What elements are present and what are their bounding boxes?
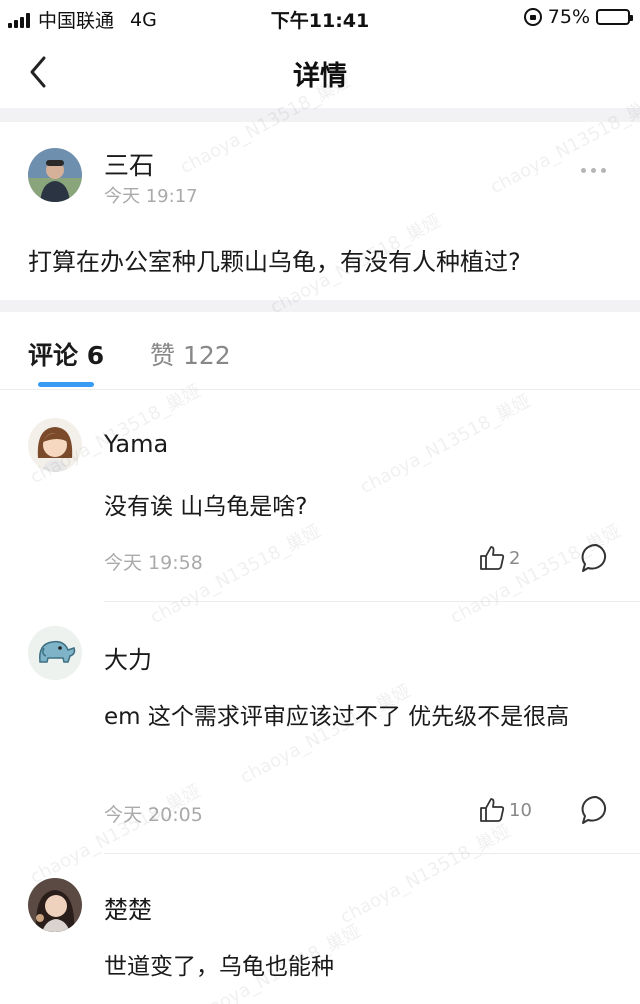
- reply-button[interactable]: [580, 794, 612, 826]
- tab-likes[interactable]: 赞 122: [150, 336, 231, 372]
- tabs: 评论 6 赞 122: [0, 312, 640, 390]
- elephant-avatar: [28, 626, 82, 680]
- commenter-avatar[interactable]: [28, 626, 82, 680]
- more-options-button[interactable]: [581, 168, 606, 173]
- comment-text: em 这个需求评审应该过不了 优先级不是很高: [104, 704, 570, 730]
- avatar-photo: [28, 148, 82, 202]
- thumbs-up-icon: [480, 798, 505, 822]
- reply-button[interactable]: [580, 542, 612, 574]
- comment-text: 没有诶 山乌龟是啥?: [104, 494, 308, 520]
- post-author-avatar[interactable]: [28, 148, 82, 202]
- like-button[interactable]: 10: [478, 796, 532, 824]
- post-content: 打算在办公室种几颗山乌龟，有没有人种植过?: [28, 248, 521, 276]
- section-divider: [0, 300, 640, 312]
- avatar-photo: [28, 878, 82, 932]
- post-author-name[interactable]: 三石: [104, 146, 154, 182]
- status-right: 75%: [523, 6, 633, 28]
- avatar-photo: [28, 418, 82, 472]
- comment-timestamp: 今天 19:58: [104, 552, 203, 574]
- rotation-lock-icon: [523, 8, 542, 26]
- comment-item: Yama 没有诶 山乌龟是啥? 今天 19:58 2: [0, 392, 640, 602]
- speech-bubble-icon: [581, 543, 607, 572]
- commenter-name[interactable]: 大力: [104, 640, 152, 675]
- like-count: 2: [509, 547, 521, 569]
- comment-text: 世道变了，乌龟也能种: [104, 954, 334, 980]
- comment-item: 楚楚 世道变了，乌龟也能种: [0, 854, 640, 1004]
- more-dot: [601, 168, 606, 173]
- thumbs-up-icon: [480, 546, 505, 570]
- comment-item: 大力 em 这个需求评审应该过不了 优先级不是很高 今天 20:05 10: [0, 602, 640, 854]
- commenter-avatar[interactable]: [28, 878, 82, 932]
- like-button[interactable]: 2: [478, 544, 520, 572]
- battery-percent: 75%: [547, 6, 590, 28]
- status-bar: 中国联通 4G 下午11:41 75%: [0, 0, 640, 36]
- nav-bar: 详情: [0, 36, 640, 108]
- post-timestamp: 今天 19:17: [104, 186, 198, 207]
- commenter-name[interactable]: 楚楚: [104, 890, 152, 925]
- tab-comments[interactable]: 评论 6: [28, 336, 104, 372]
- tab-active-indicator: [38, 382, 94, 387]
- post: 三石 今天 19:17 打算在办公室种几颗山乌龟，有没有人种植过?: [0, 122, 640, 300]
- like-count: 10: [509, 799, 532, 821]
- commenter-avatar[interactable]: [28, 418, 82, 472]
- comment-timestamp: 今天 20:05: [104, 804, 203, 826]
- page-title: 详情: [293, 61, 347, 92]
- section-divider: [0, 108, 640, 122]
- more-dot: [591, 168, 596, 173]
- battery-icon: [596, 9, 633, 25]
- commenter-name[interactable]: Yama: [104, 430, 168, 458]
- speech-bubble-icon: [581, 795, 607, 824]
- more-dots-icon: [581, 168, 586, 173]
